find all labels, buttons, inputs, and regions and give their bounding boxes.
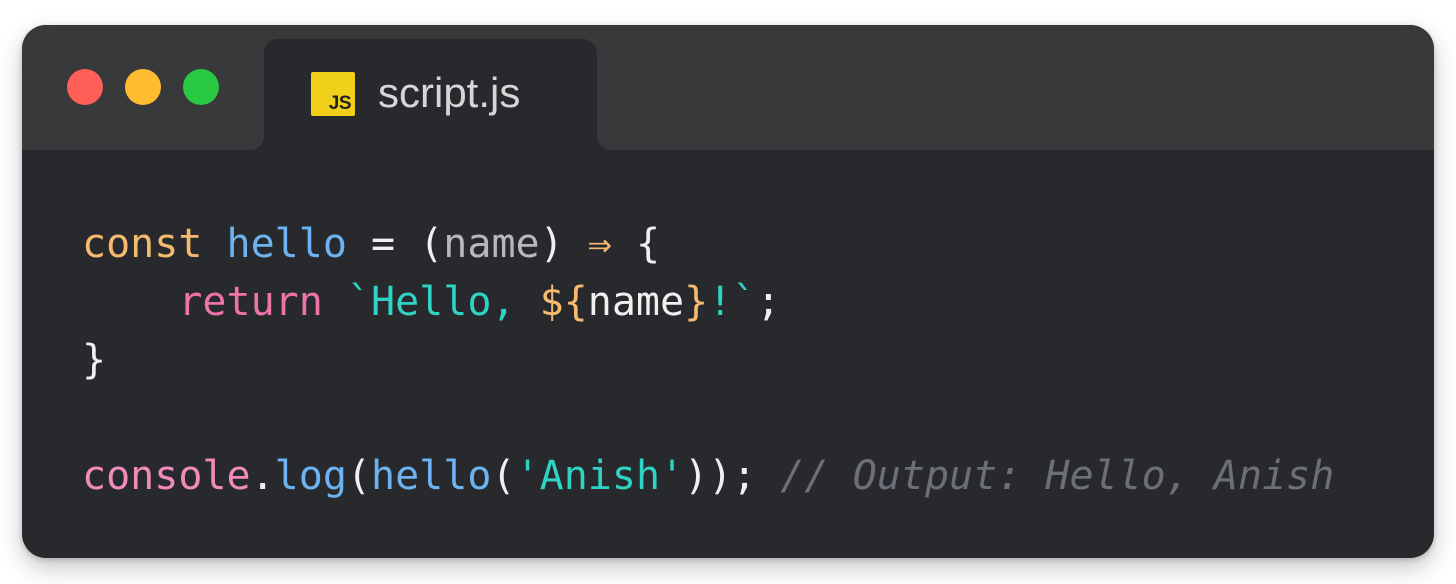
- code-line-5: console.log(hello('Anish')); // Output: …: [82, 447, 1334, 505]
- log-method: log: [274, 453, 347, 499]
- console-object: console: [82, 453, 251, 499]
- javascript-file-icon: JS: [311, 72, 355, 116]
- title-bar: JS script.js: [22, 25, 1434, 150]
- parameter-close-paren: ): [539, 221, 564, 267]
- keyword-const: const: [82, 221, 203, 267]
- tab-label: script.js: [378, 69, 521, 116]
- code-window: JS script.js const hello = (name) ⇒ { re…: [22, 25, 1434, 558]
- interpolated-variable: name: [587, 279, 685, 325]
- zoom-window-button[interactable]: [183, 69, 219, 105]
- function-name: hello: [226, 221, 347, 267]
- parameter-open-paren: (: [419, 221, 444, 267]
- assignment-operator: =: [346, 221, 420, 267]
- function-close-brace: }: [82, 337, 107, 383]
- code-line-3: }: [82, 331, 1334, 389]
- tab-script-js[interactable]: JS script.js: [264, 39, 597, 150]
- arrow-operator: ⇒: [587, 221, 612, 267]
- code-line-2: return `Hello, ${name}!`;: [82, 273, 1334, 331]
- function-open-brace: {: [635, 221, 661, 267]
- code-line-4-empty: [82, 389, 1334, 447]
- javascript-icon-label: JS: [328, 93, 352, 114]
- member-access-dot: .: [250, 453, 275, 499]
- minimize-window-button[interactable]: [125, 69, 161, 105]
- indentation: [82, 279, 178, 325]
- statement-semicolon: ;: [756, 279, 781, 325]
- log-open-paren: (: [346, 453, 372, 499]
- argument-string: 'Anish': [515, 453, 685, 499]
- interpolation-close: }: [684, 279, 709, 325]
- close-window-button[interactable]: [67, 69, 103, 105]
- closing-punctuation: ));: [684, 453, 757, 499]
- output-comment: // Output: Hello, Anish: [780, 453, 1335, 499]
- interpolation-open: ${: [539, 279, 588, 325]
- parameter-name: name: [443, 221, 540, 267]
- keyword-return: return: [178, 279, 323, 325]
- template-string-end: !`: [708, 279, 757, 325]
- code-line-1: const hello = (name) ⇒ {: [82, 215, 1334, 273]
- hello-open-paren: (: [491, 453, 516, 499]
- code-editor[interactable]: const hello = (name) ⇒ { return `Hello, …: [82, 215, 1334, 505]
- hello-call: hello: [371, 453, 492, 499]
- template-string-start: `Hello,: [346, 279, 540, 325]
